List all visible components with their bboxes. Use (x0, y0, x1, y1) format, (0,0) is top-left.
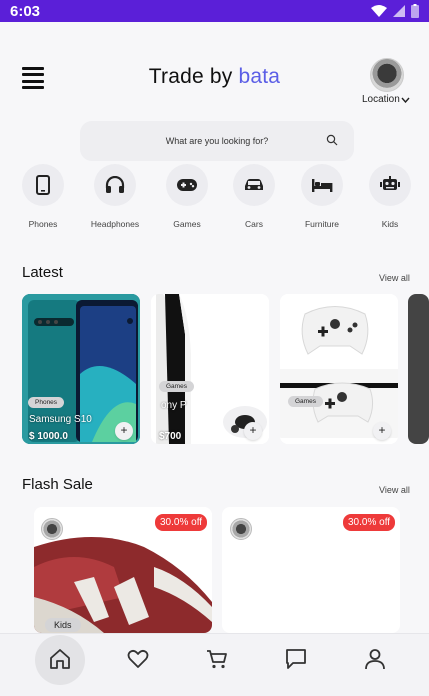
chevron-down-icon (401, 97, 410, 103)
product-price: $ 1000.0 (29, 431, 68, 442)
category-label: Kids (381, 219, 399, 229)
app-title-accent: bata (238, 65, 281, 88)
wifi-icon (371, 5, 387, 17)
category-phones[interactable]: Phones (13, 164, 73, 229)
discount-badge: 30.0% off (343, 514, 396, 531)
latest-title: Latest (22, 264, 63, 281)
robot-icon (380, 176, 400, 190)
product-card[interactable]: Games + (280, 294, 398, 444)
nav-cart-button[interactable] (192, 634, 242, 684)
category-headphones[interactable]: Headphones (85, 164, 145, 229)
status-time: 6:03 (10, 2, 41, 20)
signal-icon (393, 5, 405, 17)
category-cars[interactable]: Cars (224, 164, 284, 229)
product-card[interactable]: Games ony P $700 + (151, 294, 269, 444)
status-icons (371, 4, 419, 18)
avatar[interactable] (370, 58, 404, 92)
bed-icon (312, 179, 333, 192)
header: Trade by bata Location (0, 22, 429, 117)
app-title-main: Trade by (148, 65, 239, 88)
nav-favorites-button[interactable] (113, 634, 163, 684)
search-icon[interactable] (326, 134, 338, 146)
product-card[interactable]: Phones Samsung S10 $ 1000.0 + (22, 294, 140, 444)
location-selector[interactable]: Location (362, 94, 410, 105)
category-furniture[interactable]: Furniture (292, 164, 352, 229)
nav-home-button[interactable] (35, 634, 85, 684)
headphones-icon (105, 176, 125, 193)
add-to-cart-button[interactable]: + (244, 422, 262, 440)
heart-icon (127, 649, 149, 668)
product-tag: Phones (28, 397, 65, 408)
category-label: Headphones (90, 219, 140, 229)
car-icon (245, 179, 263, 190)
add-to-cart-button[interactable]: + (373, 422, 391, 440)
latest-view-all-link[interactable]: View all (379, 273, 410, 283)
gamepad-icon (177, 179, 197, 191)
chat-icon (286, 649, 306, 669)
cart-icon (207, 650, 227, 669)
home-icon (50, 649, 70, 669)
flash-sale-card[interactable]: 30.0% off (222, 507, 400, 633)
nav-messages-button[interactable] (271, 634, 321, 684)
product-card-partial[interactable] (408, 294, 429, 444)
flash-sale-title: Flash Sale (22, 476, 93, 493)
seller-avatar[interactable] (41, 518, 63, 540)
flash-sale-view-all-link[interactable]: View all (379, 485, 410, 495)
categories: Phones Headphones Games Cars Furniture K… (0, 164, 429, 234)
app-title: Trade by bata (0, 65, 429, 89)
product-tag: Games (159, 381, 194, 392)
category-games[interactable]: Games (157, 164, 217, 229)
search-bar[interactable]: What are you looking for? (80, 121, 354, 161)
add-to-cart-button[interactable]: + (115, 422, 133, 440)
location-label: Location (362, 94, 400, 105)
status-bar: 6:03 (0, 0, 429, 22)
category-label: Games (173, 219, 201, 229)
flash-sale-card[interactable]: 30.0% off (34, 507, 212, 633)
category-label: Cars (245, 219, 263, 229)
profile-icon (365, 649, 385, 670)
product-tag: Kids (45, 618, 81, 632)
battery-icon (411, 4, 419, 18)
phone-icon (36, 175, 50, 195)
category-kids[interactable]: Kids (360, 164, 420, 229)
nav-profile-button[interactable] (350, 634, 400, 684)
product-tag: Games (288, 396, 323, 407)
product-name: ony P (161, 400, 187, 411)
app-screen: Trade by bata Location What are you look… (0, 22, 429, 696)
bottom-nav (0, 633, 429, 696)
product-price: $700 (159, 431, 182, 442)
seller-avatar[interactable] (230, 518, 252, 540)
category-label: Furniture (304, 219, 339, 229)
category-label: Phones (28, 219, 58, 229)
search-input[interactable]: What are you looking for? (166, 136, 269, 146)
product-name: Samsung S10 (29, 414, 92, 425)
discount-badge: 30.0% off (155, 514, 208, 531)
